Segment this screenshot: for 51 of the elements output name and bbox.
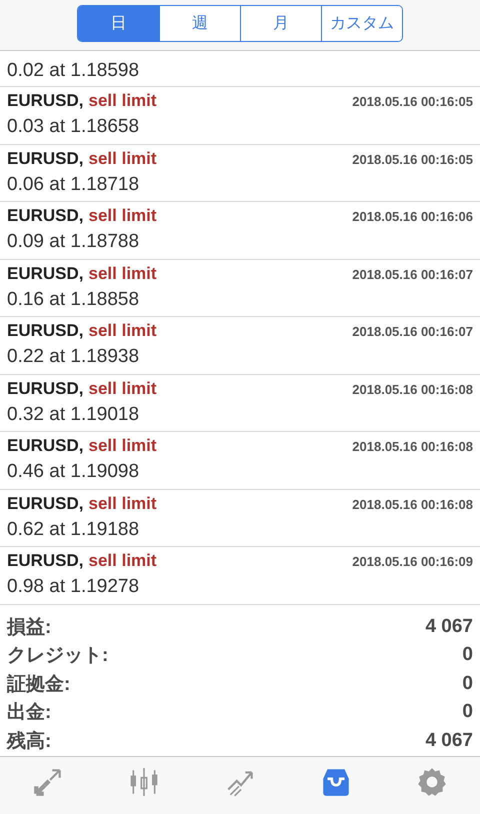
order-type: sell limit — [88, 206, 157, 225]
order-time: 2018.05.16 00:16:07 — [352, 324, 473, 339]
order-type: sell limit — [88, 321, 157, 340]
order-time: 2018.05.16 00:16:05 — [352, 94, 473, 109]
summary-value: 4 067 — [425, 730, 473, 752]
summary-label: 証拠金: — [7, 672, 70, 697]
order-details: 0.32 at 1.19018 — [7, 404, 140, 426]
order-time: 2018.05.16 00:16:08 — [352, 382, 473, 396]
order-symbol: EURUSD, — [7, 378, 84, 398]
summary-label: 出金: — [7, 701, 52, 726]
order-details: 0.46 at 1.19098 — [7, 461, 140, 483]
order-time: 2018.05.16 00:16:09 — [352, 554, 473, 569]
order-details: 0.98 at 1.19278 — [7, 576, 140, 598]
order-type: sell limit — [88, 91, 157, 110]
settings-icon — [416, 766, 448, 798]
order-type: sell limit — [88, 494, 157, 512]
candlestick-icon — [128, 766, 160, 798]
summary-value: 0 — [462, 644, 473, 666]
order-time: 2018.05.16 00:16:07 — [352, 266, 473, 282]
order-details: 0.09 at 1.18788 — [7, 231, 140, 253]
summary-label: 残高: — [7, 730, 52, 754]
summary-label: クレジット: — [7, 644, 108, 668]
summary-value: 4 067 — [425, 616, 473, 638]
order-details: 0.06 at 1.18718 — [7, 174, 140, 196]
order-details: 0.62 at 1.19188 — [7, 518, 140, 540]
order-time: 2018.05.16 00:16:08 — [352, 439, 473, 454]
order-type: sell limit — [88, 148, 157, 168]
order-type: sell limit — [88, 551, 157, 570]
order-type: sell limit — [88, 378, 157, 398]
period-tab[interactable]: カスタム — [321, 6, 402, 41]
order-symbol: EURUSD, — [7, 321, 84, 340]
period-tab[interactable]: 日 — [78, 6, 159, 41]
order-details: 0.02 at 1.18598 — [7, 60, 140, 82]
order-time: 2018.05.16 00:16:05 — [352, 152, 473, 166]
order-symbol: EURUSD, — [7, 91, 84, 110]
order-symbol: EURUSD, — [7, 148, 84, 168]
order-type: sell limit — [88, 264, 157, 282]
summary-value: 0 — [462, 701, 473, 724]
summary-value: 0 — [462, 672, 473, 695]
order-symbol: EURUSD, — [7, 436, 84, 455]
order-symbol: EURUSD, — [7, 206, 84, 225]
order-details: 0.03 at 1.18658 — [7, 116, 140, 138]
order-symbol: EURUSD, — [7, 264, 84, 282]
order-type: sell limit — [88, 436, 157, 455]
summary-label: 損益: — [7, 616, 52, 640]
order-time: 2018.05.16 00:16:06 — [352, 209, 473, 224]
order-details: 0.22 at 1.18938 — [7, 346, 140, 368]
order-symbol: EURUSD, — [7, 551, 84, 570]
order-symbol: EURUSD, — [7, 494, 84, 512]
order-time: 2018.05.16 00:16:08 — [352, 496, 473, 512]
order-details: 0.16 at 1.18858 — [7, 288, 140, 310]
